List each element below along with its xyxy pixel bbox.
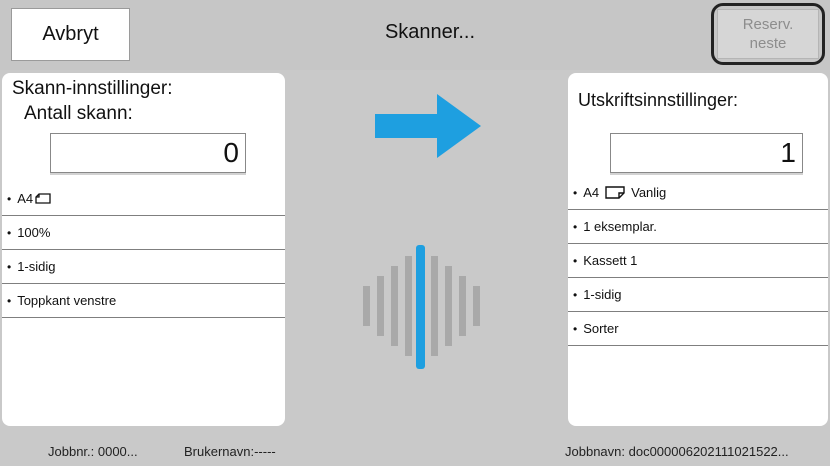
page-title: Skanner... xyxy=(384,21,476,43)
bullet-icon: • xyxy=(7,191,12,206)
bullet-icon: • xyxy=(7,293,12,308)
print-settings-heading: Utskriftsinnstillinger: xyxy=(578,90,739,110)
print-settings-panel: Utskriftsinnstillinger: 1 • A4 Vanlig • … xyxy=(568,73,828,426)
print-duplex: 1-sidig xyxy=(583,287,622,302)
status-footer: Jobbnr.: 0000... Brukernavn:----- Jobbna… xyxy=(0,432,830,466)
list-item: • A4 xyxy=(2,182,285,216)
paper-landscape-icon xyxy=(35,193,51,204)
reserve-next-label: Reserv. neste xyxy=(717,9,819,59)
cancel-button[interactable]: Avbryt xyxy=(11,8,130,61)
job-name: Jobbnavn: doc000006202111021522... xyxy=(565,444,789,459)
scan-zoom: 100% xyxy=(17,225,51,240)
scan-count-label: Antall skann: xyxy=(24,103,133,124)
list-item: • 1-sidig xyxy=(2,250,285,284)
print-collate: Sorter xyxy=(583,321,619,336)
reserve-next-button[interactable]: Reserv. neste xyxy=(711,3,825,65)
list-item: • Toppkant venstre xyxy=(2,284,285,318)
top-bar: Avbryt Skanner... Reserv. neste xyxy=(0,0,830,70)
paper-portrait-icon xyxy=(605,186,625,199)
user-name: Brukernavn:----- xyxy=(184,444,276,459)
list-item: • Kassett 1 xyxy=(568,244,828,278)
bullet-icon: • xyxy=(7,259,12,274)
bullet-icon: • xyxy=(573,219,578,234)
bullet-icon: • xyxy=(573,185,578,200)
scan-paper-size: A4 xyxy=(17,191,34,206)
list-item: • 1 eksemplar. xyxy=(568,210,828,244)
copies-display: 1 xyxy=(610,133,803,173)
print-paper-size: A4 xyxy=(583,185,600,200)
arrow-right-icon xyxy=(375,94,481,158)
list-item: • Sorter xyxy=(568,312,828,346)
list-item: • A4 Vanlig xyxy=(568,176,828,210)
scan-orientation: Toppkant venstre xyxy=(17,293,117,308)
scan-duplex: 1-sidig xyxy=(17,259,56,274)
scan-settings-list: • A4 • 100% • 1-sidig • Toppkant venstre xyxy=(2,182,285,318)
scan-settings-heading: Skann-innstillinger: xyxy=(12,78,173,99)
reserve-next-line2: neste xyxy=(749,35,787,52)
list-item: • 1-sidig xyxy=(568,278,828,312)
bullet-icon: • xyxy=(573,253,578,268)
bullet-icon: • xyxy=(573,287,578,302)
scanning-progress-icon xyxy=(363,245,480,369)
list-item: • 100% xyxy=(2,216,285,250)
bullet-icon: • xyxy=(7,225,12,240)
scan-count-display: 0 xyxy=(50,133,246,173)
reserve-next-line1: Reserv. xyxy=(742,16,794,33)
job-number: Jobbnr.: 0000... xyxy=(48,444,138,459)
print-copies-label: 1 eksemplar. xyxy=(583,219,657,234)
print-paper-type: Vanlig xyxy=(631,185,667,200)
bullet-icon: • xyxy=(573,321,578,336)
print-tray: Kassett 1 xyxy=(583,253,638,268)
scan-settings-panel: Skann-innstillinger: Antall skann: 0 • A… xyxy=(2,73,285,426)
print-settings-list: • A4 Vanlig • 1 eksemplar. • Kassett 1 •… xyxy=(568,176,828,346)
